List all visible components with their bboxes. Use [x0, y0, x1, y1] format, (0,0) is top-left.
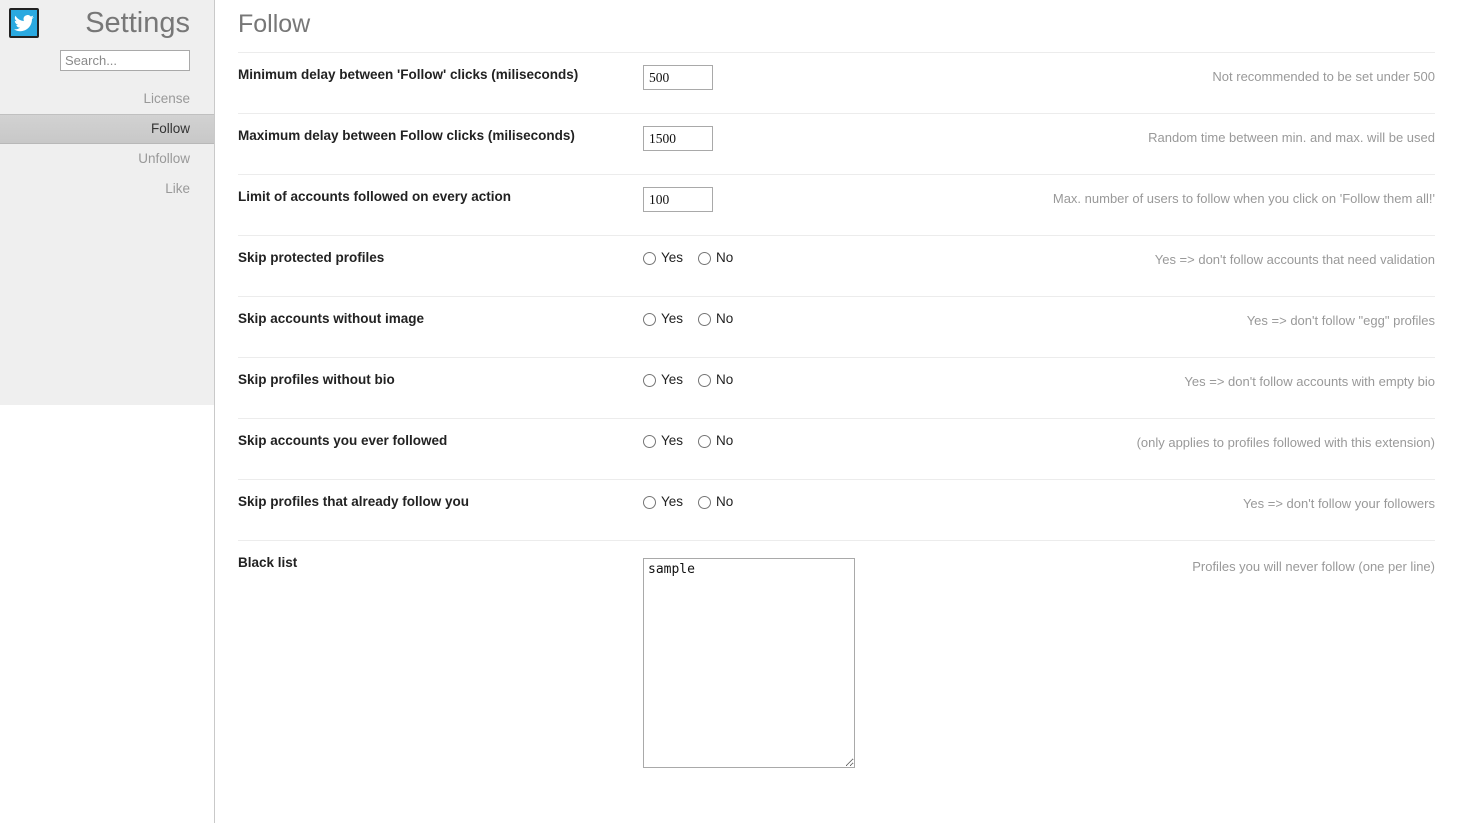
sidebar-item-follow[interactable]: Follow — [0, 114, 214, 144]
setting-row-skip-accounts-ever-followed: Skip accounts you ever followed Yes No (… — [238, 419, 1435, 480]
skip-profiles-without-bio-radio-group: Yes No — [643, 370, 733, 387]
setting-hint: Yes => don't follow your followers — [1242, 496, 1435, 511]
radio-circle-icon[interactable] — [643, 251, 656, 265]
radio-circle-icon[interactable] — [698, 434, 712, 448]
setting-label: Skip profiles without bio — [238, 372, 395, 387]
settings-rows: Minimum delay between 'Follow' clicks (m… — [238, 52, 1435, 811]
sidebar-header: Settings — [0, 0, 214, 46]
setting-row-maximum-delay: Maximum delay between Follow clicks (mil… — [238, 114, 1435, 175]
radio-option-yes[interactable]: Yes — [643, 251, 683, 265]
radio-option-yes[interactable]: Yes — [643, 373, 683, 387]
sidebar: Settings License Follow Unfollow Like — [0, 0, 215, 823]
radio-label-yes: Yes — [661, 311, 684, 326]
twitter-bird-icon — [9, 8, 39, 38]
search-input[interactable] — [60, 50, 190, 71]
radio-label-no: No — [716, 250, 734, 265]
setting-control: Yes No — [643, 370, 943, 387]
sidebar-item-like[interactable]: Like — [0, 174, 214, 204]
settings-content: Follow Minimum delay between 'Follow' cl… — [215, 0, 1479, 823]
radio-label-no: No — [716, 494, 734, 509]
setting-hint: (only applies to profiles followed with … — [1136, 435, 1435, 450]
setting-hint: Not recommended to be set under 500 — [1212, 69, 1435, 84]
setting-control: Yes No — [643, 431, 943, 448]
limit-accounts-input[interactable] — [643, 187, 713, 212]
setting-label: Skip protected profiles — [238, 250, 385, 265]
setting-hint: Yes => don't follow "egg" profiles — [1246, 313, 1435, 328]
radio-label-yes: Yes — [661, 433, 684, 448]
radio-option-no[interactable]: No — [698, 373, 733, 387]
setting-row-skip-accounts-without-image: Skip accounts without image Yes No Yes =… — [238, 297, 1435, 358]
setting-row-skip-profiles-without-bio: Skip profiles without bio Yes No Yes => … — [238, 358, 1435, 419]
setting-hint: Yes => don't follow accounts with empty … — [1184, 374, 1435, 389]
sidebar-item-license[interactable]: License — [0, 84, 214, 114]
setting-control — [643, 187, 943, 212]
setting-hint: Profiles you will never follow (one per … — [1192, 559, 1435, 574]
minimum-delay-input[interactable] — [643, 65, 713, 90]
radio-circle-icon[interactable] — [643, 373, 656, 387]
radio-label-no: No — [716, 433, 734, 448]
setting-control: Yes No — [643, 309, 943, 326]
sidebar-item-label: License — [143, 91, 190, 106]
radio-option-no[interactable]: No — [698, 312, 733, 326]
black-list-textarea[interactable] — [643, 558, 855, 768]
radio-option-yes[interactable]: Yes — [643, 312, 683, 326]
setting-label: Maximum delay between Follow clicks (mil… — [238, 128, 575, 143]
setting-hint: Random time between min. and max. will b… — [1148, 130, 1435, 145]
setting-label: Black list — [238, 555, 298, 570]
setting-row-skip-protected-profiles: Skip protected profiles Yes No Yes => do… — [238, 236, 1435, 297]
radio-label-no: No — [716, 311, 734, 326]
setting-control — [643, 65, 943, 90]
sidebar-item-label: Like — [165, 181, 190, 196]
setting-label: Skip accounts without image — [238, 311, 425, 326]
radio-option-no[interactable]: No — [698, 251, 733, 265]
page-title-settings: Settings — [85, 7, 190, 39]
skip-accounts-ever-followed-radio-group: Yes No — [643, 431, 733, 448]
radio-circle-icon[interactable] — [643, 434, 656, 448]
setting-label: Limit of accounts followed on every acti… — [238, 189, 512, 204]
setting-label: Skip accounts you ever followed — [238, 433, 448, 448]
radio-circle-icon[interactable] — [643, 312, 656, 326]
sidebar-item-label: Follow — [150, 121, 190, 136]
setting-label: Skip profiles that already follow you — [238, 494, 470, 509]
radio-label-yes: Yes — [661, 250, 684, 265]
skip-profiles-already-follow-radio-group: Yes No — [643, 492, 733, 509]
search-row — [0, 46, 214, 71]
radio-option-no[interactable]: No — [698, 495, 733, 509]
radio-circle-icon[interactable] — [698, 373, 712, 387]
radio-option-yes[interactable]: Yes — [643, 495, 683, 509]
radio-label-no: No — [716, 372, 734, 387]
radio-circle-icon[interactable] — [698, 251, 712, 265]
setting-control: Yes No — [643, 248, 943, 265]
setting-control: Yes No — [643, 492, 943, 509]
radio-option-no[interactable]: No — [698, 434, 733, 448]
skip-accounts-without-image-radio-group: Yes No — [643, 309, 733, 326]
setting-row-minimum-delay: Minimum delay between 'Follow' clicks (m… — [238, 53, 1435, 114]
setting-control — [643, 126, 943, 151]
sidebar-nav: License Follow Unfollow Like — [0, 84, 214, 204]
radio-option-yes[interactable]: Yes — [643, 434, 683, 448]
radio-circle-icon[interactable] — [643, 495, 656, 509]
maximum-delay-input[interactable] — [643, 126, 713, 151]
section-title: Follow — [238, 10, 311, 38]
setting-hint: Yes => don't follow accounts that need v… — [1154, 252, 1435, 267]
radio-circle-icon[interactable] — [698, 495, 712, 509]
setting-row-limit-accounts: Limit of accounts followed on every acti… — [238, 175, 1435, 236]
setting-label: Minimum delay between 'Follow' clicks (m… — [238, 67, 579, 82]
radio-label-yes: Yes — [661, 372, 684, 387]
setting-row-skip-profiles-already-follow: Skip profiles that already follow you Ye… — [238, 480, 1435, 541]
setting-row-black-list: Black list Profiles you will never follo… — [238, 541, 1435, 811]
setting-hint: Max. number of users to follow when you … — [1052, 191, 1435, 206]
radio-label-yes: Yes — [661, 494, 684, 509]
sidebar-item-label: Unfollow — [138, 151, 190, 166]
skip-protected-profiles-radio-group: Yes No — [643, 248, 733, 265]
radio-circle-icon[interactable] — [698, 312, 712, 326]
settings-page: Settings License Follow Unfollow Like — [0, 0, 1479, 823]
sidebar-item-unfollow[interactable]: Unfollow — [0, 144, 214, 174]
setting-control — [643, 553, 943, 768]
